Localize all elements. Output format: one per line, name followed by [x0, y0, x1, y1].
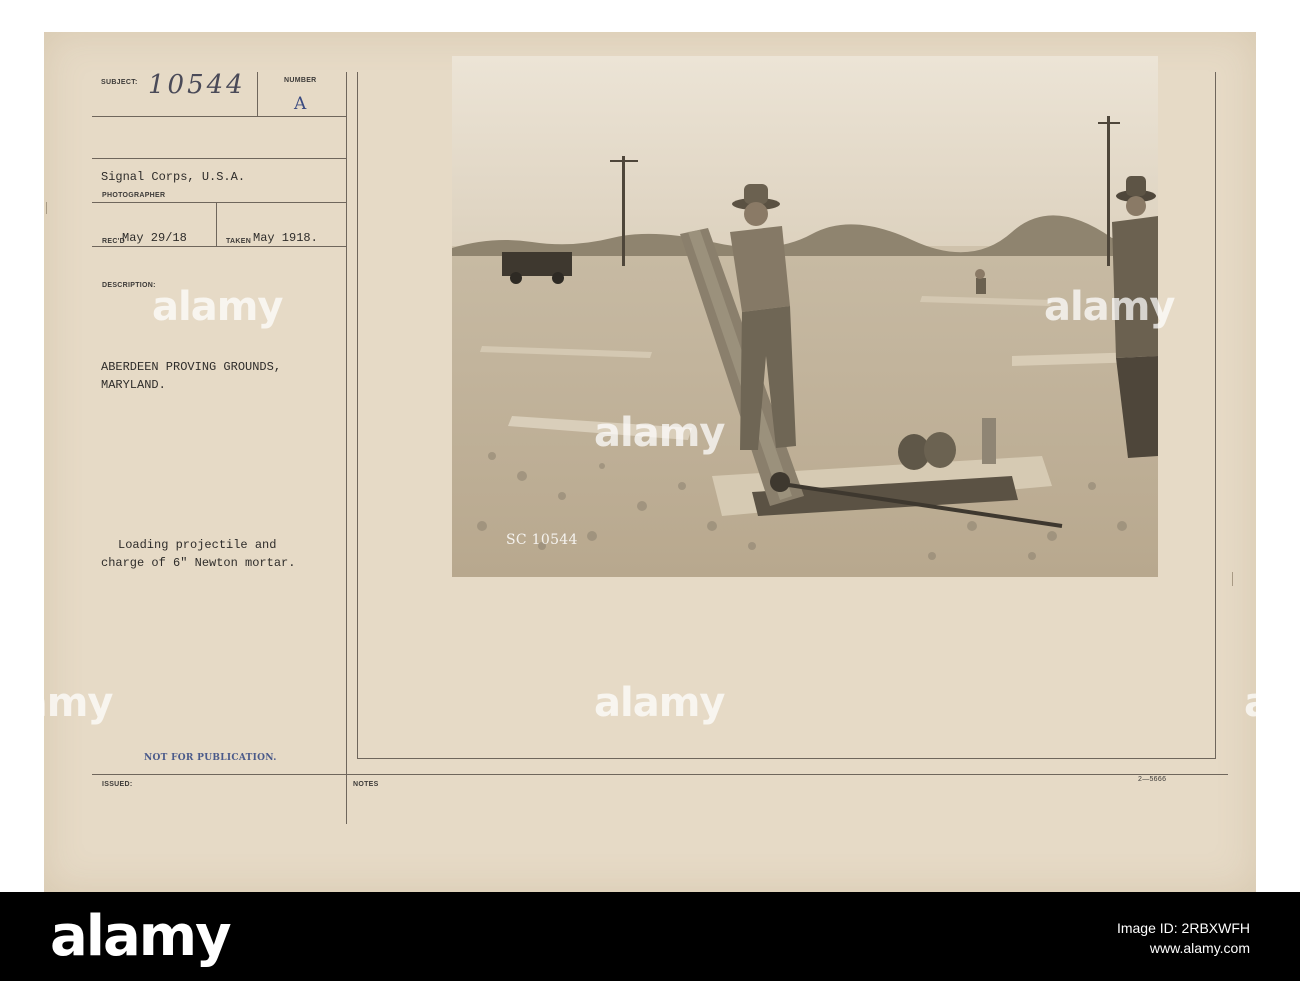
subject-underline [92, 116, 346, 117]
number-label: NUMBER [284, 77, 317, 84]
watermark-text: alamy [0, 680, 113, 726]
negative-number: SC 10544 [506, 532, 578, 548]
notes-label: NOTES [353, 781, 379, 788]
left-column-divider [346, 72, 347, 824]
watermark-text: alamy [594, 680, 725, 726]
recd-value: May 29/18 [122, 231, 187, 245]
watermark-text: alamy [1044, 284, 1175, 330]
watermark-text: alamy [594, 410, 725, 456]
alamy-logo: alamy [50, 904, 232, 969]
image-id: Image ID: 2RBXWFH [1116, 920, 1250, 936]
photographer-topline [92, 158, 346, 159]
photo-panel-bottom-border [357, 758, 1216, 759]
not-for-publication-stamp: NOT FOR PUBLICATION. [144, 753, 277, 763]
photographer-label: PHOTOGRAPHER [102, 192, 166, 199]
image-id-block: Image ID: 2RBXWFH www.alamy.com [1117, 918, 1250, 958]
edge-mark [46, 202, 47, 214]
subject-number-divider [257, 72, 258, 116]
photographer-value: Signal Corps, U.S.A. [101, 170, 246, 184]
recd-taken-divider [216, 202, 217, 246]
subject-label: SUBJECT: [101, 79, 138, 86]
notes-rule [92, 774, 1228, 775]
location-line-2: MARYLAND. [101, 378, 166, 392]
taken-value: May 1918. [253, 231, 318, 245]
stock-footer-bar: alamy Image ID: 2RBXWFH www.alamy.com [0, 892, 1300, 981]
number-value: A [294, 94, 307, 114]
edge-mark [1232, 572, 1233, 586]
subject-value: 10544 [148, 70, 246, 100]
site-url: www.alamy.com [1149, 940, 1250, 956]
taken-label: TAKEN [226, 238, 252, 245]
photographer-underline [92, 202, 346, 203]
location-line-1: ABERDEEN PROVING GROUNDS, [101, 360, 282, 374]
caption-line-2: charge of 6" Newton mortar. [101, 556, 296, 570]
photo-panel-left-border [357, 72, 358, 758]
taken-underline [92, 246, 346, 247]
watermark-text: alamy [152, 284, 283, 330]
watermark-text: alamy [1244, 680, 1300, 726]
caption-line-1: Loading projectile and [118, 538, 277, 552]
issued-label: ISSUED: [102, 781, 133, 788]
photo-panel-right-border [1215, 72, 1216, 758]
description-label: DESCRIPTION: [102, 282, 156, 289]
form-number: 2—5666 [1138, 776, 1167, 783]
